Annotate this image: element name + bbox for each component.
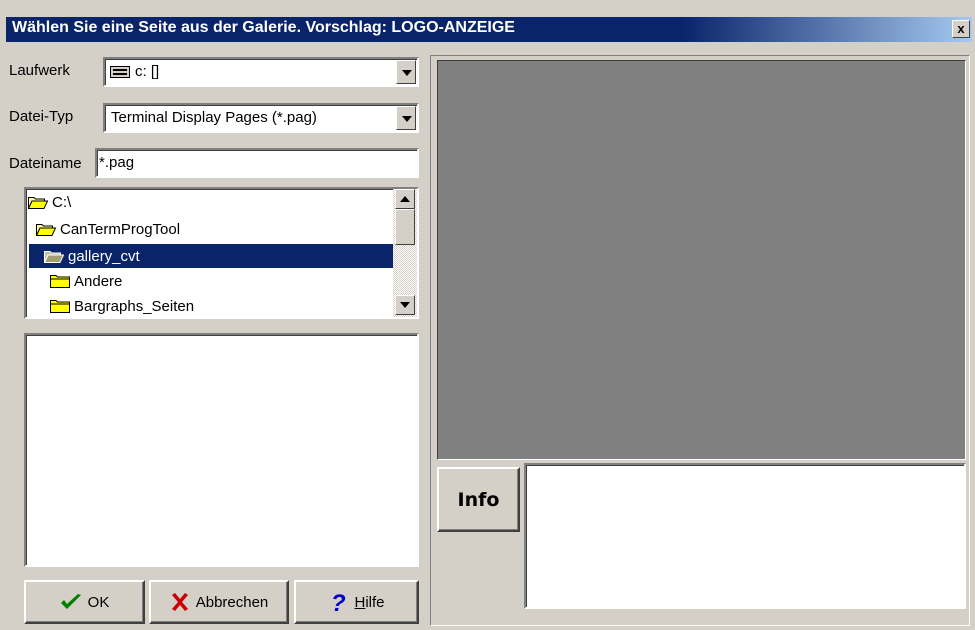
drive-dropdown-button[interactable] xyxy=(396,60,416,84)
list-item[interactable]: Andere xyxy=(50,269,393,293)
file-type-label: Datei-Typ xyxy=(9,108,74,125)
open-folder-icon xyxy=(35,222,57,236)
open-folder-icon xyxy=(43,249,65,263)
cancel-x-icon xyxy=(171,593,188,611)
cancel-button[interactable]: Abbrechen xyxy=(149,580,289,624)
title-bar-area: Wählen Sie eine Seite aus der Galerie. V… xyxy=(0,0,975,42)
ok-button-label: OK xyxy=(87,593,110,611)
help-button-label: Hilfe xyxy=(354,594,384,611)
svg-text:?: ? xyxy=(331,591,346,613)
info-text-box xyxy=(524,463,966,609)
folder-label: Bargraphs_Seiten xyxy=(74,297,195,315)
drive-value: c: [] xyxy=(135,63,160,80)
file-name-label: Dateiname xyxy=(9,155,82,172)
folder-label: Andere xyxy=(74,272,123,290)
list-item[interactable]: C:\ xyxy=(27,190,393,214)
window-title: Wählen Sie eine Seite aus der Galerie. V… xyxy=(12,19,515,36)
list-item[interactable]: Bargraphs_Seiten xyxy=(50,294,393,317)
folder-list[interactable]: C:\ CanTermProgTool gallery_cvt Andere B… xyxy=(24,187,419,319)
help-accelerator: H xyxy=(354,593,366,611)
folder-label: gallery_cvt xyxy=(68,247,140,265)
drive-icon xyxy=(110,65,130,83)
close-button[interactable]: x xyxy=(952,20,970,38)
folder-label: C:\ xyxy=(52,193,72,211)
page-preview xyxy=(437,60,966,460)
info-button[interactable]: Info xyxy=(437,467,520,532)
help-question-icon: ? xyxy=(331,591,346,613)
file-type-value: Terminal Display Pages (*.pag) xyxy=(111,109,317,126)
open-folder-icon xyxy=(27,195,49,209)
folder-icon xyxy=(50,274,70,288)
file-type-dropdown-button[interactable] xyxy=(396,106,416,130)
checkmark-icon xyxy=(60,594,81,609)
file-name-input[interactable]: *.pag xyxy=(95,148,419,178)
scroll-up-button[interactable] xyxy=(395,189,415,209)
cancel-button-label: Abbrechen xyxy=(195,593,269,611)
drive-combo[interactable]: c: [] xyxy=(103,57,419,87)
scrollbar-thumb[interactable] xyxy=(395,209,415,245)
close-icon: x xyxy=(957,21,965,36)
help-label-rest: ilfe xyxy=(365,593,385,611)
file-type-combo[interactable]: Terminal Display Pages (*.pag) xyxy=(103,103,419,133)
ok-button[interactable]: OK xyxy=(24,580,145,624)
folder-label: CanTermProgTool xyxy=(60,220,181,238)
scroll-down-button[interactable] xyxy=(395,295,415,315)
file-name-value: *.pag xyxy=(99,154,135,171)
folder-icon xyxy=(50,299,70,313)
drive-label: Laufwerk xyxy=(9,62,70,79)
file-list[interactable] xyxy=(24,333,419,567)
vertical-scrollbar[interactable] xyxy=(393,189,417,317)
list-item-selected[interactable]: gallery_cvt xyxy=(29,244,393,268)
info-button-label: Info xyxy=(457,488,500,511)
help-button[interactable]: ? Hilfe xyxy=(294,580,419,624)
list-item[interactable]: CanTermProgTool xyxy=(35,217,393,241)
title-bar[interactable]: Wählen Sie eine Seite aus der Galerie. V… xyxy=(6,17,972,42)
